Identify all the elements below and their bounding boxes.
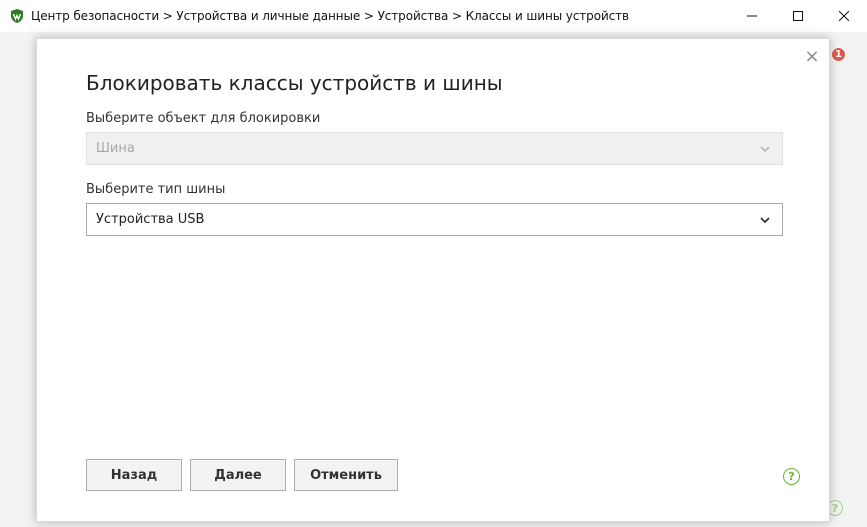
block-device-classes-dialog: × Блокировать классы устройств и шины Вы… xyxy=(36,38,830,522)
bus-type-select-value: Устройства USB xyxy=(96,212,205,227)
dialog-buttons: Назад Далее Отменить xyxy=(86,459,398,491)
bus-type-select[interactable]: Устройства USB xyxy=(86,203,783,236)
object-select-value: Шина xyxy=(96,141,135,156)
object-select: Шина xyxy=(86,132,783,165)
cancel-button[interactable]: Отменить xyxy=(294,459,398,491)
minimize-button[interactable] xyxy=(729,0,775,32)
app-logo-icon xyxy=(9,8,25,24)
next-button[interactable]: Далее xyxy=(190,459,286,491)
object-field-label: Выберите объект для блокировки xyxy=(86,111,321,126)
window-title: Центр безопасности > Устройства и личные… xyxy=(31,9,630,23)
back-button[interactable]: Назад xyxy=(86,459,182,491)
dialog-close-icon[interactable]: × xyxy=(804,48,820,66)
notification-badge: 1 xyxy=(831,47,846,62)
window-titlebar: Центр безопасности > Устройства и личные… xyxy=(0,0,867,32)
close-window-button[interactable] xyxy=(821,0,867,32)
help-icon[interactable]: ? xyxy=(783,468,800,485)
maximize-button[interactable] xyxy=(775,0,821,32)
dialog-title: Блокировать классы устройств и шины xyxy=(86,71,503,95)
window-controls xyxy=(729,0,867,32)
chevron-down-icon xyxy=(760,217,770,224)
bus-field-label: Выберите тип шины xyxy=(86,182,226,197)
chevron-down-icon xyxy=(760,146,770,153)
